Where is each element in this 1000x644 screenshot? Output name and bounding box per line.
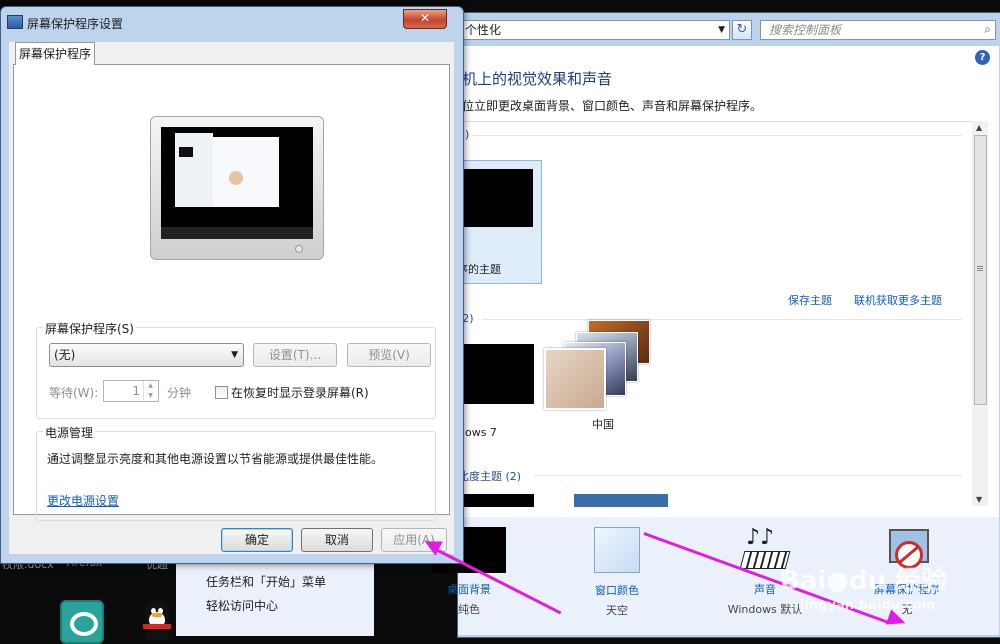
preview-screen: [161, 127, 313, 239]
window-color-value: 天空: [606, 604, 628, 617]
resume-logon-label: 在恢复时显示登录屏幕(R): [231, 386, 369, 400]
tab-screen-saver[interactable]: 屏幕保护程序: [15, 42, 95, 65]
personalization-window: 个性化 ▼ ↻ 搜索控制面板 ⌕ ? 机上的视觉效果和声音 位立即更改桌面背景、…: [432, 12, 1000, 638]
see-also-taskbar-link[interactable]: 任务栏和「开始」菜单: [206, 573, 326, 590]
spin-down-icon[interactable]: ▼: [143, 391, 157, 400]
theme-tile[interactable]: dows 7: [458, 330, 536, 442]
power-description: 通过调整显示亮度和其他电源设置以节省能源或提供最佳性能。: [47, 452, 384, 466]
search-placeholder: 搜索控制面板: [769, 23, 842, 37]
wait-unit: 分钟: [167, 386, 192, 400]
page-subtitle: 位立即更改桌面背景、窗口颜色、声音和屏幕保护程序。: [462, 99, 763, 113]
group-divider: [534, 475, 962, 476]
personalization-content: ? 机上的视觉效果和声音 位立即更改桌面背景、窗口颜色、声音和屏幕保护程序。 1…: [458, 46, 999, 517]
theme-thumbnail: [458, 169, 533, 227]
theme-name: 序的主题: [458, 263, 501, 276]
watermark-logo: Bai●du 经验: [780, 566, 948, 596]
chevron-down-icon[interactable]: ▼: [231, 344, 238, 366]
resume-logon-checkbox[interactable]: [215, 386, 228, 399]
window-color-item[interactable]: 窗口颜色 天空: [562, 527, 672, 618]
refresh-icon[interactable]: ↻: [732, 20, 752, 40]
theme-tile-selected[interactable]: 序的主题: [458, 160, 542, 284]
preview-window: [213, 137, 279, 207]
group-divider: [472, 135, 962, 136]
scroll-up-icon[interactable]: ▲: [976, 123, 982, 132]
screen-saver-dialog: 屏幕保护程序设置 ✕ 屏幕保护程序 屏幕保护程序(S) (无) ▼ 设置(T).…: [0, 6, 464, 564]
theme-list: 1) 序的主题 保存主题 联机获取更多主题 (2) dows 7 中国: [458, 121, 972, 507]
desktop-background-value: 纯色: [458, 603, 480, 616]
monitor-preview: [150, 116, 324, 260]
wait-label: 等待(W):: [49, 386, 99, 400]
wait-minutes-stepper[interactable]: 1 ▲ ▼: [103, 380, 159, 402]
search-input[interactable]: 搜索控制面板 ⌕: [760, 20, 996, 40]
screen-saver-select[interactable]: (无) ▼: [49, 343, 244, 367]
qq-penguin-icon[interactable]: [140, 598, 174, 642]
settings-button[interactable]: 设置(T)...: [253, 343, 337, 367]
power-group-title: 电源管理: [43, 424, 96, 441]
chevron-down-icon[interactable]: ▼: [718, 21, 725, 39]
window-toolbar: 个性化 ▼ ↻ 搜索控制面板 ⌕: [458, 15, 1000, 45]
preview-detail: [229, 171, 243, 185]
address-bar[interactable]: 个性化 ▼: [462, 20, 730, 40]
power-led: [295, 245, 303, 253]
contrast-themes-label: 比度主题 (2): [458, 470, 522, 483]
change-power-settings-link[interactable]: 更改电源设置: [47, 492, 119, 509]
window-icon: [7, 15, 23, 29]
theme-name: 中国: [592, 418, 614, 431]
wait-minutes-value: 1: [132, 384, 140, 398]
preview-taskbar: [161, 227, 313, 239]
theme-thumbnail: [574, 494, 668, 507]
theme-tile-china[interactable]: 中国: [544, 320, 656, 431]
search-icon[interactable]: ⌕: [984, 20, 991, 38]
preview-detail: [179, 147, 193, 157]
theme-thumbnail: [458, 494, 534, 507]
watermark-url: jingyan.baidu.com: [800, 598, 936, 613]
address-text: 个性化: [465, 23, 502, 37]
page-title: 机上的视觉效果和声音: [462, 70, 613, 88]
dialog-body: 屏幕保护程序 屏幕保护程序(S) (无) ▼ 设置(T)... 预览(V) 等待…: [9, 42, 454, 554]
theme-photo: [544, 348, 606, 410]
ok-button[interactable]: 确定: [221, 528, 293, 552]
screen-saver-select-value: (无): [54, 348, 76, 362]
theme-thumbnail: [458, 344, 534, 404]
help-icon[interactable]: ?: [975, 50, 990, 65]
tab-page: 屏幕保护程序(S) (无) ▼ 设置(T)... 预览(V) 等待(W): 1 …: [13, 64, 450, 521]
dialog-title: 屏幕保护程序设置: [27, 17, 124, 31]
see-also-panel: 任务栏和「开始」菜单 轻松访问中心: [176, 561, 374, 636]
close-button[interactable]: ✕: [403, 9, 447, 29]
see-also-ease-of-access-link[interactable]: 轻松访问中心: [206, 597, 278, 614]
power-management-group: 电源管理 通过调整显示亮度和其他电源设置以节省能源或提供最佳性能。 更改电源设置: [36, 424, 436, 521]
desktop-app-icon[interactable]: [60, 600, 104, 644]
preview-window: [175, 133, 213, 207]
get-more-themes-link[interactable]: 联机获取更多主题: [854, 292, 942, 308]
window-color-label: 窗口颜色: [595, 584, 639, 597]
save-theme-link[interactable]: 保存主题: [788, 292, 832, 308]
spin-up-icon[interactable]: ▲: [143, 381, 157, 390]
preview-button[interactable]: 预览(V): [347, 343, 431, 367]
scrollbar-thumb[interactable]: [974, 135, 987, 405]
vertical-scrollbar[interactable]: ▲ ▼: [972, 121, 988, 506]
window-color-icon: [594, 527, 640, 573]
screen-saver-group-title: 屏幕保护程序(S): [43, 320, 136, 337]
scroll-down-icon[interactable]: ▼: [976, 495, 982, 504]
screen-saver-group: 屏幕保护程序(S) (无) ▼ 设置(T)... 预览(V) 等待(W): 1 …: [36, 320, 436, 419]
group-divider: [482, 319, 962, 320]
cancel-button[interactable]: 取消: [301, 528, 373, 552]
